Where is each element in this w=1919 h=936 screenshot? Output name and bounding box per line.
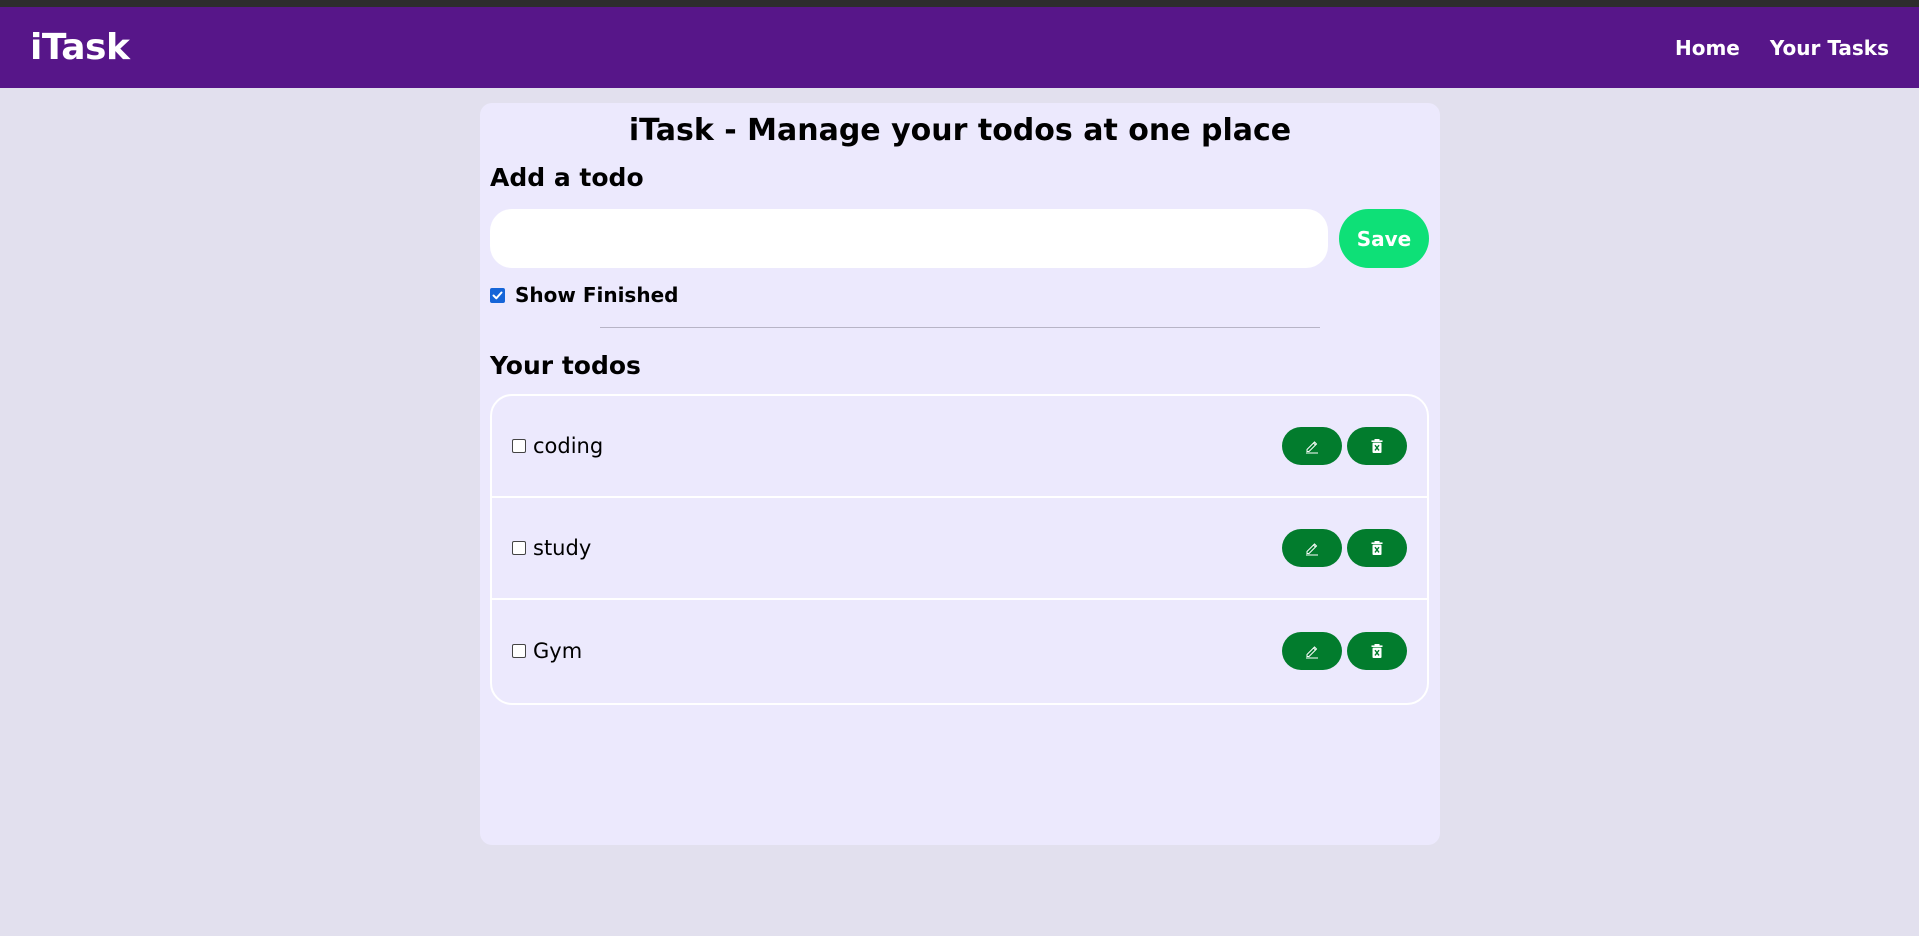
todo-text: Gym [533, 639, 583, 663]
show-finished-toggle[interactable]: Show Finished [490, 283, 678, 307]
pencil-icon [1306, 646, 1318, 659]
edit-button[interactable] [1282, 529, 1342, 567]
divider [600, 327, 1320, 328]
check-icon [492, 291, 503, 299]
show-finished-label: Show Finished [515, 283, 679, 307]
window-top-bar [0, 0, 1919, 7]
pencil-icon [1306, 543, 1318, 556]
delete-button[interactable] [1347, 427, 1407, 465]
trash-icon [1371, 541, 1383, 555]
todo-actions [1282, 529, 1407, 567]
page-title: iTask - Manage your todos at one place [628, 113, 1292, 148]
todo-checkbox[interactable] [512, 541, 526, 555]
delete-button[interactable] [1347, 632, 1407, 670]
trash-icon [1371, 439, 1383, 453]
save-button[interactable]: Save [1339, 209, 1429, 268]
todo-checkbox[interactable] [512, 439, 526, 453]
brand-logo[interactable]: iTask [30, 27, 130, 68]
todo-text: study [533, 536, 592, 560]
nav-links: Home Your Tasks [1675, 36, 1889, 60]
show-finished-checkbox[interactable] [490, 287, 505, 303]
pencil-icon [1306, 441, 1318, 454]
nav-link-your-tasks[interactable]: Your Tasks [1770, 36, 1889, 60]
todo-text: coding [533, 434, 604, 458]
edit-button[interactable] [1282, 427, 1342, 465]
trash-icon [1371, 644, 1383, 658]
nav-link-home[interactable]: Home [1675, 36, 1740, 60]
todo-checkbox[interactable] [512, 644, 526, 658]
todo-actions [1282, 632, 1407, 670]
todo-item: coding [492, 396, 1427, 498]
todo-list: coding study Gym [490, 394, 1429, 705]
todo-input[interactable] [490, 209, 1328, 268]
todo-item: study [492, 498, 1427, 600]
edit-button[interactable] [1282, 632, 1342, 670]
delete-button[interactable] [1347, 529, 1407, 567]
add-todo-heading: Add a todo [490, 163, 644, 192]
main-card: iTask - Manage your todos at one place A… [480, 103, 1440, 845]
todo-item: Gym [492, 600, 1427, 702]
navbar: iTask Home Your Tasks [0, 7, 1919, 88]
your-todos-heading: Your todos [490, 351, 641, 380]
todo-actions [1282, 427, 1407, 465]
